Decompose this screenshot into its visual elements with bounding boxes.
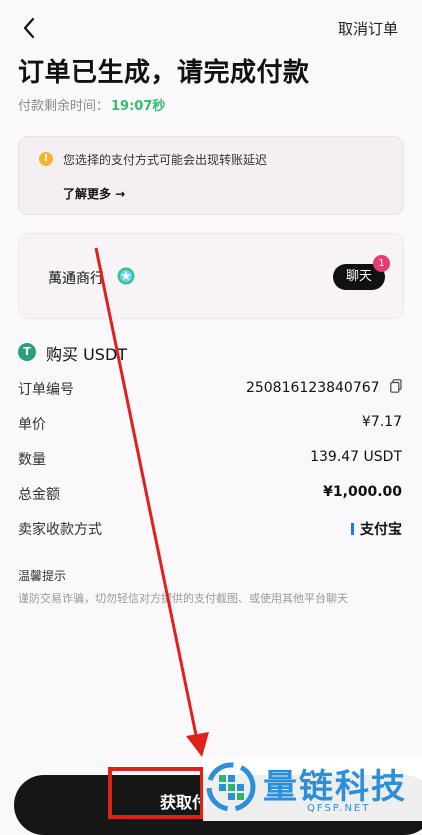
page-title: 订单已生成，请完成付款 [18,58,310,88]
merchant-name[interactable]: 萬通商行 [48,268,104,288]
annotation-highlight-box [108,767,204,819]
unread-badge: 1 [373,255,390,272]
annotation-arrow [94,247,209,757]
cancel-order-button[interactable]: 取消订单 [338,18,398,39]
watermark: 量链科技 QFSP.NET [203,757,422,821]
countdown-label: 付款剩余时间： [18,99,110,114]
copy-icon[interactable] [390,379,402,393]
verified-badge-icon [117,267,135,285]
tips-body: 谨防交易诈骗，切勿轻信对方提供的支付截图、或使用其他平台聊天 [18,592,348,605]
order-id-value: 250816123840767 [246,379,402,396]
payment-method-value: 支付宝 [351,519,402,539]
payment-method-text: 支付宝 [360,522,402,538]
tips-title: 温馨提示 [18,569,67,583]
quantity-value: 139.47 USDT [310,449,402,465]
unit-price-label: 单价 [18,417,46,433]
back-button[interactable] [18,14,42,42]
countdown-value: 19:07秒 [111,99,166,114]
quantity-label: 数量 [18,452,46,468]
unit-price-value: ¥7.17 [361,414,402,430]
alipay-indicator-icon [351,523,354,535]
watermark-brand: 量链科技 [263,767,407,807]
total-amount-value: ¥1,000.00 [323,484,402,500]
watermark-domain: QFSP.NET [307,803,371,814]
total-amount-label: 总金额 [18,487,60,503]
learn-more-link[interactable]: 了解更多 → [63,185,125,202]
payment-method-label: 卖家收款方式 [18,522,102,538]
warning-icon: ! [39,152,53,166]
delay-notice: ! 您选择的支付方式可能会出现转账延迟 了解更多 → [18,136,404,215]
watermark-logo-icon [206,762,256,812]
notice-text: 您选择的支付方式可能会出现转账延迟 [63,153,268,167]
order-heading-text: 购买 USDT [46,345,128,364]
order-id-text: 250816123840767 [245,380,380,396]
merchant-card: 萬通商行 聊天 1 [18,233,404,319]
usdt-icon: T [18,343,36,361]
order-id-label: 订单编号 [18,382,74,398]
chevron-left-icon [23,17,35,39]
countdown: 付款剩余时间： 19:07秒 [18,95,165,114]
